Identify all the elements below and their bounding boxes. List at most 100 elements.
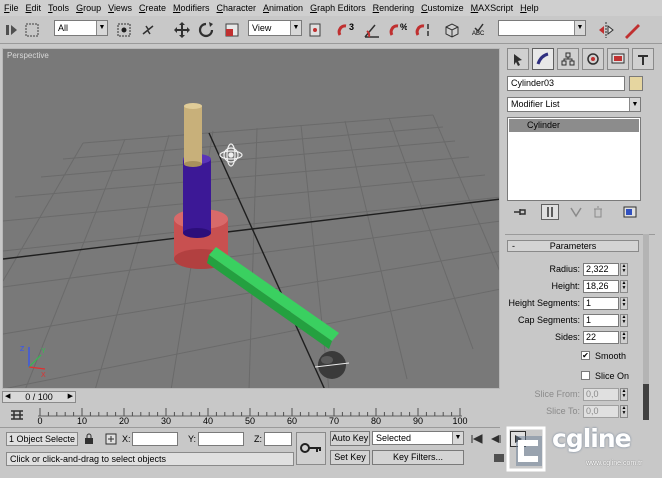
tick-label: 100 (452, 416, 468, 426)
height-spinner[interactable]: ▲ ▼ (620, 280, 628, 293)
rollout-title: Parameters (549, 241, 597, 251)
align-icon[interactable] (622, 20, 642, 40)
time-slider-thumb[interactable]: ◀ 0 / 100 ▶ (2, 391, 76, 403)
go-to-start-icon[interactable] (470, 432, 484, 446)
menu-character[interactable]: Character (216, 3, 256, 13)
gray-sphere[interactable] (314, 351, 350, 379)
mirror-icon[interactable] (596, 20, 616, 40)
select-move-icon[interactable] (172, 20, 192, 40)
object-color-swatch[interactable] (629, 76, 643, 91)
perspective-viewport[interactable]: Z Y X Perspective (2, 48, 500, 389)
viewport-label[interactable]: Perspective (7, 51, 49, 60)
menu-modifiers[interactable]: Modifiers (173, 3, 210, 13)
sides-field[interactable]: 22 (583, 331, 619, 344)
y-coord-field[interactable] (198, 432, 244, 446)
chevron-left-icon[interactable]: ◀ (5, 392, 10, 402)
z-coord-field[interactable] (264, 432, 292, 446)
configure-sets-icon[interactable] (621, 204, 639, 220)
spell-check-icon[interactable]: ABC (470, 20, 490, 40)
named-selection-icon[interactable] (442, 20, 462, 40)
percent-snap-icon[interactable]: % (388, 20, 408, 40)
show-end-result-icon[interactable] (541, 204, 559, 220)
menu-edit[interactable]: Edit (26, 3, 42, 13)
previous-frame-icon[interactable] (488, 432, 502, 446)
height-field[interactable]: 18,26 (583, 280, 619, 293)
parameters-rollout-header[interactable]: - Parameters (507, 240, 639, 252)
modify-tab[interactable] (532, 48, 554, 70)
make-unique-icon[interactable] (567, 204, 585, 220)
remove-modifier-icon[interactable] (589, 204, 607, 220)
hierarchy-tab[interactable] (557, 48, 579, 70)
menu-group[interactable]: Group (76, 3, 101, 13)
viewport-scene[interactable]: Z Y X (3, 49, 500, 389)
modifier-list-dropdown[interactable]: Modifier List ▼ (507, 97, 641, 112)
slice-from-spinner[interactable]: ▲ ▼ (620, 388, 628, 401)
menu-rendering[interactable]: Rendering (373, 3, 415, 13)
menu-create[interactable]: Create (139, 3, 166, 13)
chevron-right-icon[interactable]: ▶ (68, 392, 73, 402)
lock-selection-icon[interactable] (82, 432, 96, 446)
pivot-center-icon[interactable] (306, 20, 326, 40)
slice-from-field[interactable]: 0,0 (583, 388, 619, 401)
motion-tab[interactable] (582, 48, 604, 70)
cap-segments-spinner[interactable]: ▲ ▼ (620, 314, 628, 327)
slice-on-checkbox[interactable] (581, 371, 590, 380)
panel-scrollbar[interactable] (643, 234, 649, 420)
stack-item-cylinder[interactable]: Cylinder (509, 119, 639, 132)
slice-to-spinner[interactable]: ▲ ▼ (620, 405, 628, 418)
select-rotate-icon[interactable] (196, 20, 216, 40)
selection-filter-dropdown[interactable]: All ▼ (54, 20, 108, 36)
mini-curve-editor-icon[interactable] (10, 408, 24, 422)
height-segments-spinner[interactable]: ▲ ▼ (620, 297, 628, 310)
auto-key-button[interactable]: Auto Key (330, 431, 370, 446)
x-coord-field[interactable] (132, 432, 178, 446)
spinner-snap-icon[interactable] (414, 20, 434, 40)
time-slider[interactable]: ◀ 0 / 100 ▶ (2, 390, 500, 404)
transform-gizmo-icon[interactable] (219, 143, 243, 167)
menu-file[interactable]: File (4, 3, 19, 13)
select-scale-icon[interactable] (222, 20, 242, 40)
angle-snap-icon[interactable] (362, 20, 382, 40)
snap-toggle-icon[interactable]: 3 (336, 20, 356, 40)
key-filters-button[interactable]: Key Filters... (372, 450, 464, 465)
select-object-icon[interactable] (114, 20, 134, 40)
menu-help[interactable]: Help (520, 3, 539, 13)
set-key-button[interactable]: Set Key (330, 450, 370, 465)
key-mode-icon[interactable] (492, 451, 506, 465)
panel-scrollbar-thumb[interactable] (643, 384, 649, 420)
set-keys-button[interactable] (296, 432, 326, 465)
absolute-mode-icon[interactable] (104, 432, 118, 446)
pin-stack-icon[interactable] (511, 204, 529, 220)
select-by-name-icon[interactable] (138, 20, 158, 40)
cap-segments-field[interactable]: 1 (583, 314, 619, 327)
param-sides: Sides: 22 ▲ ▼ (503, 331, 643, 345)
smooth-checkbox[interactable]: ✔ (581, 351, 590, 360)
select-region-icon[interactable] (22, 20, 42, 40)
menu-graph-editors[interactable]: Graph Editors (310, 3, 366, 13)
reference-coordinate-dropdown[interactable]: View ▼ (248, 20, 302, 36)
tick-label: 0 (37, 416, 43, 426)
menu-animation[interactable]: Animation (263, 3, 303, 13)
track-bar[interactable]: 0 10 20 30 40 50 60 70 80 90 100 (0, 404, 500, 428)
sides-spinner[interactable]: ▲ ▼ (620, 331, 628, 344)
menu-maxscript[interactable]: MAXScript (471, 3, 514, 13)
slice-to-field[interactable]: 0,0 (583, 405, 619, 418)
menu-tools[interactable]: Tools (48, 3, 69, 13)
tan-cylinder-selected[interactable] (184, 103, 202, 167)
command-panel: Cylinder03 Modifier List ▼ Cylinder - Pa… (503, 46, 660, 424)
key-selection-dropdown[interactable]: Selected ▼ (372, 431, 464, 445)
radius-field[interactable]: 2,322 (583, 263, 619, 276)
tick-label: 60 (286, 416, 298, 426)
undo-scene-icon[interactable] (2, 20, 22, 40)
height-segments-field[interactable]: 1 (583, 297, 619, 310)
named-selection-sets-dropdown[interactable]: ▼ (498, 20, 586, 36)
display-tab[interactable] (607, 48, 629, 70)
menu-customize[interactable]: Customize (421, 3, 464, 13)
modifier-stack[interactable]: Cylinder (507, 117, 641, 201)
cap-segments-label: Cap Segments: (517, 315, 580, 325)
menu-views[interactable]: Views (108, 3, 132, 13)
radius-spinner[interactable]: ▲ ▼ (620, 263, 628, 276)
create-tab[interactable] (507, 48, 529, 70)
object-name-field[interactable]: Cylinder03 (507, 76, 625, 91)
utilities-tab[interactable] (632, 48, 654, 70)
